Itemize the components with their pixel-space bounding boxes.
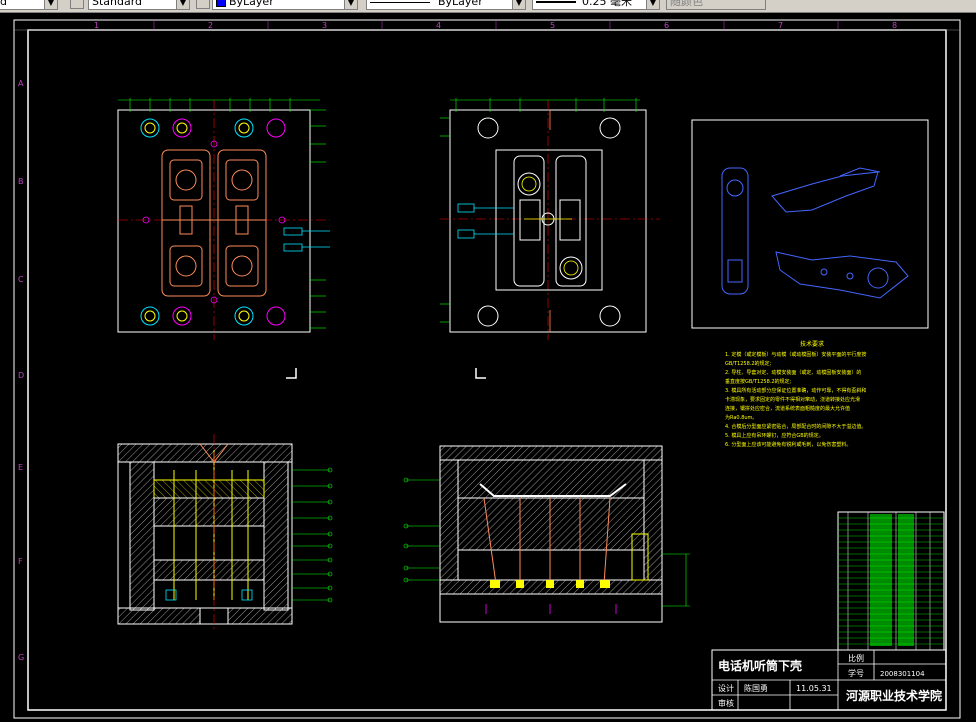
title-block: 电话机听筒下壳 比例 学号 2008301104 设计 陈国勇 11.05.31… (711, 649, 947, 711)
col-mark-6: 6 (664, 21, 669, 30)
dimstyle-dropdown[interactable]: d ▼ (0, 0, 58, 10)
row-mark-a: A (18, 79, 24, 88)
textstyle-value: Standard (92, 0, 143, 8)
col-mark-1: 1 (94, 21, 99, 30)
textstyle-dropdown[interactable]: Standard ▼ (88, 0, 190, 10)
tech-line-4: 垂直度按GB/T1258.2的规定; (725, 378, 792, 385)
tech-line-5: 3. 模具所有活动部分应保证位置准确，动作可靠，不得有歪斜和 (725, 387, 866, 394)
row-mark-d: D (18, 371, 24, 380)
view-markers (286, 368, 486, 379)
plotstyle-dropdown: 随颜色 (666, 0, 766, 10)
layer-manager-icon[interactable] (70, 0, 84, 9)
blue-color-swatch (216, 0, 226, 7)
lineweight-dropdown[interactable]: 0.25 毫米 ▼ (532, 0, 660, 10)
chevron-down-icon: ▼ (44, 0, 57, 9)
linetype-value: ByLayer (438, 0, 483, 8)
tech-line-9: 4. 合模后分型面应紧密贴合，局部配合时的间隙不大于溢边值。 (725, 423, 866, 430)
drawing-canvas[interactable]: 1 2 3 4 5 6 7 8 A B C D E F G 技术要求 1. 定模… (0, 13, 976, 722)
color-value: ByLayer (229, 0, 274, 8)
tech-line-6: 卡滞现象，要求固定的零件不得相对窜动，浇道转接处应光滑 (725, 396, 860, 403)
tech-line-3: 2. 导柱、导套对定、动模安装面（或定、动模固板安装面）的 (725, 369, 861, 376)
col-mark-2: 2 (208, 21, 213, 30)
col-mark-8: 8 (892, 21, 897, 30)
ratio-label: 比例 (848, 653, 864, 663)
chevron-down-icon: ▼ (176, 0, 189, 9)
tech-line-10: 5. 模具上应有吊环螺钉，应符合GB的规定。 (725, 432, 824, 439)
mold-section-view-right[interactable] (403, 445, 690, 623)
drawing-name: 电话机听筒下壳 (718, 658, 802, 673)
mold-top-view-right[interactable] (440, 98, 660, 340)
parts-list-table (837, 511, 945, 651)
col-mark-3: 3 (322, 21, 327, 30)
properties-toolbar: d ▼ Standard ▼ ByLayer ▼ ByLayer ▼ 0.25 … (0, 0, 976, 13)
school-name: 河源职业技术学院 (845, 688, 942, 703)
lineweight-value: 0.25 毫米 (582, 0, 632, 8)
col-mark-4: 4 (436, 21, 441, 30)
tech-line-8: 为Ra0.8um。 (725, 414, 757, 421)
tech-requirements-heading: 技术要求 (800, 340, 824, 348)
chevron-down-icon: ▼ (512, 0, 525, 9)
tech-requirements: 技术要求 1. 定模（或定模板）与动模（或动模固板）安装平面的平行度按 GB/T… (725, 340, 866, 448)
designer-label: 设计 (718, 683, 734, 693)
chevron-down-icon: ▼ (344, 0, 357, 9)
mold-section-view-left[interactable] (117, 434, 333, 630)
row-mark-b: B (18, 177, 24, 186)
row-mark-e: E (18, 463, 23, 472)
tech-line-2: GB/T1258.2的规定; (725, 360, 772, 367)
reviewer-label: 审核 (718, 698, 734, 708)
col-mark-5: 5 (550, 21, 555, 30)
row-mark-g: G (18, 653, 24, 662)
linetype-dropdown[interactable]: ByLayer ▼ (366, 0, 526, 10)
row-mark-c: C (18, 275, 24, 284)
tech-line-11: 6. 分型面上应该可能避免有锐利或毛刺，以免伤害塑料。 (725, 441, 851, 448)
student-id-label: 学号 (848, 668, 864, 678)
frame-column-marks: 1 2 3 4 5 6 7 8 (94, 20, 897, 30)
plotstyle-value: 随颜色 (670, 0, 703, 8)
chevron-down-icon: ▼ (646, 0, 659, 9)
designer-name: 陈国勇 (744, 683, 768, 693)
mold-top-view-left[interactable] (117, 98, 330, 340)
tech-line-1: 1. 定模（或定模板）与动模（或动模固板）安装平面的平行度按 (725, 351, 866, 358)
color-dropdown[interactable]: ByLayer ▼ (212, 0, 358, 10)
dimstyle-value: d (0, 0, 7, 8)
col-mark-7: 7 (778, 21, 783, 30)
design-date: 11.05.31 (796, 684, 832, 693)
row-mark-f: F (18, 557, 23, 566)
match-properties-icon[interactable] (196, 0, 210, 9)
student-id: 2008301104 (880, 670, 925, 678)
part-isometric-view[interactable] (691, 119, 929, 329)
frame-row-marks: A B C D E F G (18, 79, 24, 662)
tech-line-7: 连接，镶拼处应密合，流道系统表面粗糙度的最大允许值 (725, 405, 850, 412)
